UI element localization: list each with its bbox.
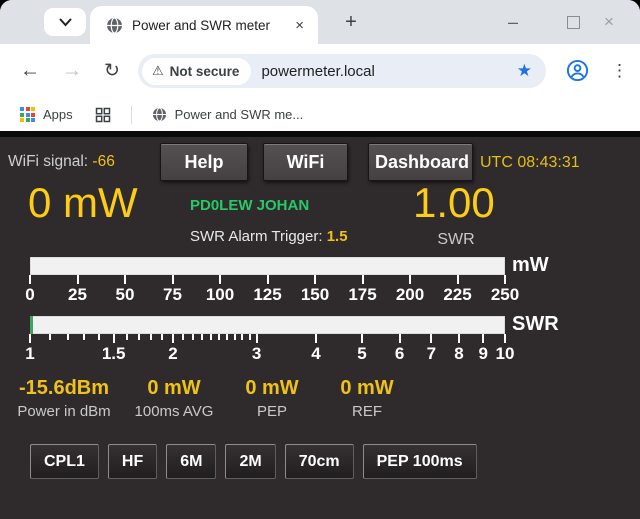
- security-chip[interactable]: ⚠ Not secure: [142, 58, 251, 85]
- bookmarks-bar: Apps Power and SWR me...: [0, 98, 640, 131]
- cpl1-button[interactable]: CPL1: [30, 444, 99, 479]
- bookmark-globe-icon: [152, 107, 167, 122]
- wifi-button[interactable]: WiFi: [263, 143, 348, 181]
- browser-toolbar: ← → ↻ ⚠ Not secure powermeter.local ★ ⋮: [0, 44, 640, 98]
- bookmark-item[interactable]: Power and SWR me...: [175, 107, 304, 122]
- stat-value: 0 mW: [135, 377, 214, 400]
- bookmark-star-icon[interactable]: ★: [517, 61, 532, 81]
- band-button-row: CPL1 HF 6M 2M 70cm PEP 100ms: [30, 444, 477, 479]
- tab-close-icon[interactable]: ×: [289, 17, 310, 34]
- pep-100ms-button[interactable]: PEP 100ms: [363, 444, 477, 479]
- swr-alarm-trigger: SWR Alarm Trigger: 1.5: [190, 228, 348, 245]
- swr-meter-unit: SWR: [512, 313, 559, 336]
- more-menu-icon[interactable]: ⋮: [611, 61, 628, 81]
- stat-label: REF: [340, 403, 393, 420]
- 2m-button[interactable]: 2M: [225, 444, 275, 479]
- security-chip-label: Not secure: [170, 64, 240, 79]
- reload-icon[interactable]: ↻: [104, 60, 120, 83]
- swr-alarm-label: SWR Alarm Trigger:: [190, 228, 323, 245]
- stat-power-dbm: -15.6dBm Power in dBm: [17, 377, 110, 420]
- swr-value: 1.00: [413, 181, 495, 225]
- power-meter-unit: mW: [512, 254, 549, 277]
- wifi-signal-value: -66: [92, 153, 114, 170]
- swr-meter: SWR 11.52345678910: [0, 316, 640, 376]
- bookmarks-divider: [131, 106, 132, 124]
- window-maximize-button[interactable]: [558, 0, 588, 44]
- swr-alarm-value: 1.5: [327, 228, 348, 245]
- callsign: PD0LEW JOHAN: [190, 197, 309, 214]
- address-bar[interactable]: ⚠ Not secure powermeter.local ★: [138, 54, 546, 88]
- apps-label[interactable]: Apps: [43, 107, 73, 122]
- chevron-down-icon: [59, 18, 72, 27]
- swr-value-label: SWR: [425, 231, 487, 249]
- stat-value: 0 mW: [340, 377, 393, 400]
- swr-meter-labels: 11.52345678910: [0, 344, 640, 364]
- browser-window: Power and SWR meter × + – × ← → ↻ ⚠ Not …: [0, 0, 640, 519]
- warning-icon: ⚠: [152, 63, 164, 79]
- swr-meter-fill: [30, 316, 33, 334]
- maximize-icon: [567, 16, 580, 29]
- tab-strip: Power and SWR meter × + – ×: [0, 0, 640, 44]
- stat-ref: 0 mW REF: [340, 377, 393, 420]
- stat-100ms-avg: 0 mW 100ms AVG: [135, 377, 214, 420]
- stat-label: 100ms AVG: [135, 403, 214, 420]
- wifi-signal: WiFi signal: -66: [8, 153, 115, 171]
- back-icon[interactable]: ←: [20, 60, 40, 83]
- power-meter-track: [30, 257, 505, 275]
- window-close-button[interactable]: ×: [604, 0, 634, 44]
- url-text[interactable]: powermeter.local: [261, 63, 516, 80]
- wifi-signal-label: WiFi signal:: [8, 153, 88, 170]
- globe-favicon-icon: [106, 17, 123, 34]
- tab-title: Power and SWR meter: [132, 18, 289, 33]
- stat-value: -15.6dBm: [17, 377, 110, 400]
- tab-search-button[interactable]: [44, 8, 86, 36]
- dashboard-button[interactable]: Dashboard: [368, 143, 473, 181]
- stat-pep: 0 mW PEP: [245, 377, 298, 420]
- stat-label: PEP: [245, 403, 298, 420]
- 6m-button[interactable]: 6M: [166, 444, 216, 479]
- help-button[interactable]: Help: [160, 143, 248, 181]
- utc-clock: UTC 08:43:31: [480, 154, 580, 172]
- page-content: WiFi signal: -66 Help WiFi Dashboard UTC…: [0, 131, 640, 519]
- power-meter: mW 0255075100125150175200225250: [0, 257, 640, 317]
- power-meter-ticks: [0, 275, 640, 285]
- stat-label: Power in dBm: [17, 403, 110, 420]
- forward-icon[interactable]: →: [62, 60, 82, 83]
- apps-grid-icon[interactable]: [20, 107, 35, 122]
- new-tab-button[interactable]: +: [338, 10, 364, 36]
- collections-icon[interactable]: [95, 107, 111, 123]
- swr-meter-track: [30, 316, 505, 334]
- profile-icon[interactable]: [566, 59, 589, 82]
- browser-tab[interactable]: Power and SWR meter ×: [90, 6, 318, 44]
- swr-meter-ticks: [0, 334, 640, 344]
- power-value: 0 mW: [28, 181, 138, 225]
- page-top-strip: [0, 131, 640, 137]
- stat-value: 0 mW: [245, 377, 298, 400]
- 70cm-button[interactable]: 70cm: [285, 444, 354, 479]
- power-meter-labels: 0255075100125150175200225250: [0, 285, 640, 305]
- hf-button[interactable]: HF: [108, 444, 157, 479]
- window-minimize-button[interactable]: –: [508, 0, 538, 44]
